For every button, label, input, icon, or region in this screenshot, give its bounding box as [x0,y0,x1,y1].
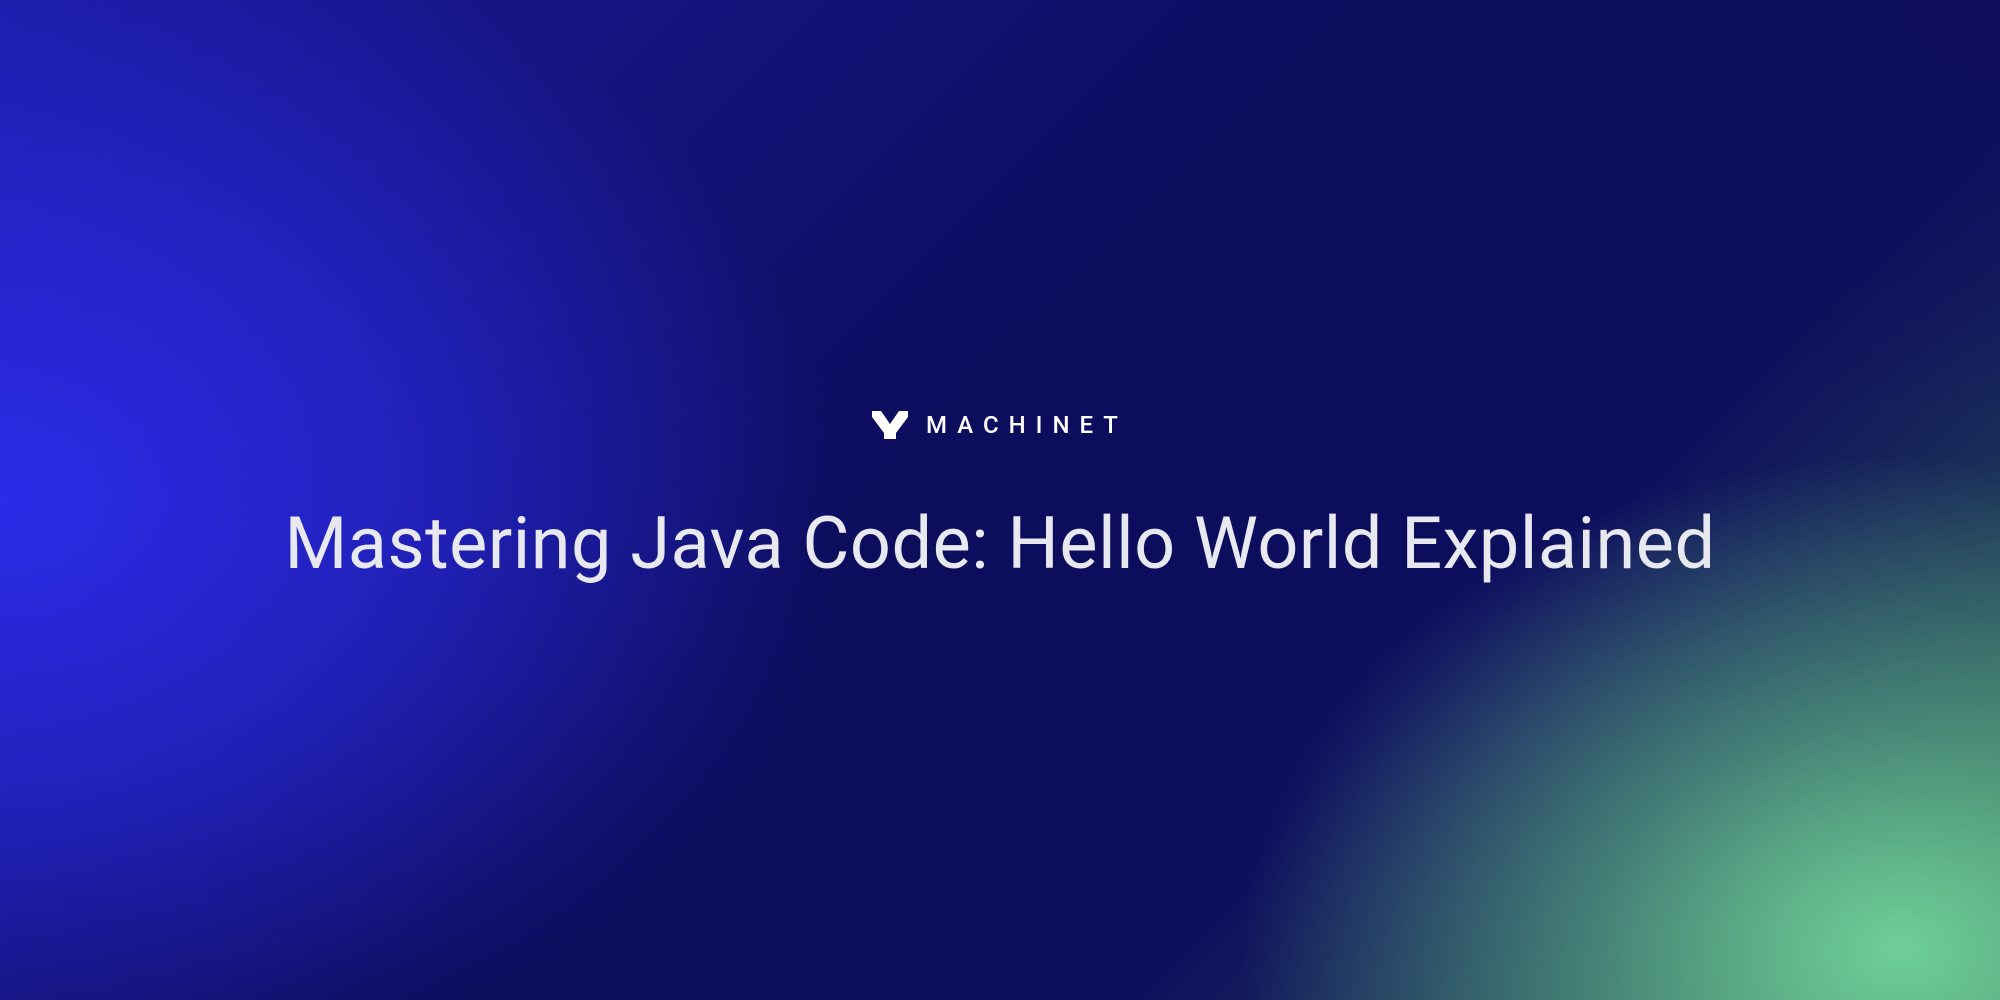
machinet-m-icon [872,411,908,439]
brand-logo: MACHINET [872,411,1128,439]
hero-title: Mastering Java Code: Hello World Explain… [284,499,1715,589]
brand-name: MACHINET [926,411,1128,439]
hero-banner: MACHINET Mastering Java Code: Hello Worl… [0,0,2000,1000]
